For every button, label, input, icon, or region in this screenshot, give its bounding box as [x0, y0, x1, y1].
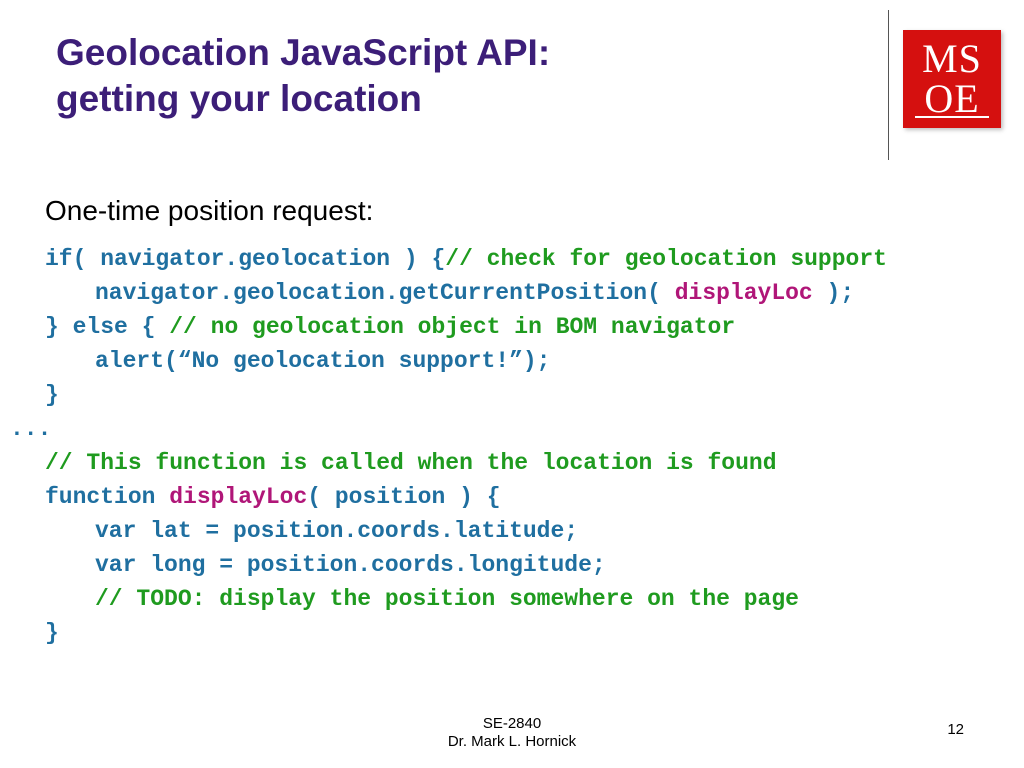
divider [888, 10, 889, 160]
title-line-2: getting your location [56, 78, 422, 119]
logo-underline [915, 116, 989, 118]
title-line-1: Geolocation JavaScript API: [56, 32, 550, 73]
logo-top: MS [922, 39, 982, 79]
code-line: } [0, 378, 1024, 412]
logo-msoe: MS OE [903, 30, 1001, 128]
code-block: if( navigator.geolocation ) {// check fo… [0, 242, 1024, 650]
footer-author: Dr. Mark L. Hornick [448, 733, 576, 750]
footer: SE-2840 Dr. Mark L. Hornick [0, 715, 1024, 753]
code-line: var lat = position.coords.latitude; [0, 514, 1024, 548]
code-line: } [0, 616, 1024, 650]
footer-course: SE-2840 [483, 715, 541, 732]
code-line: if( navigator.geolocation ) {// check fo… [0, 242, 1024, 276]
code-line: function displayLoc( position ) { [0, 480, 1024, 514]
logo-bottom: OE [924, 79, 979, 119]
subtitle: One-time position request: [45, 195, 373, 227]
code-line: } else { // no geolocation object in BOM… [0, 310, 1024, 344]
page-number: 12 [947, 721, 964, 738]
code-line: var long = position.coords.longitude; [0, 548, 1024, 582]
code-line: navigator.geolocation.getCurrentPosition… [0, 276, 1024, 310]
page-title: Geolocation JavaScript API: getting your… [56, 30, 816, 123]
code-line: // TODO: display the position somewhere … [0, 582, 1024, 616]
code-line: ... [0, 412, 1024, 446]
slide: Geolocation JavaScript API: getting your… [0, 0, 1024, 768]
code-line: // This function is called when the loca… [0, 446, 1024, 480]
code-line: alert(“No geolocation support!”); [0, 344, 1024, 378]
